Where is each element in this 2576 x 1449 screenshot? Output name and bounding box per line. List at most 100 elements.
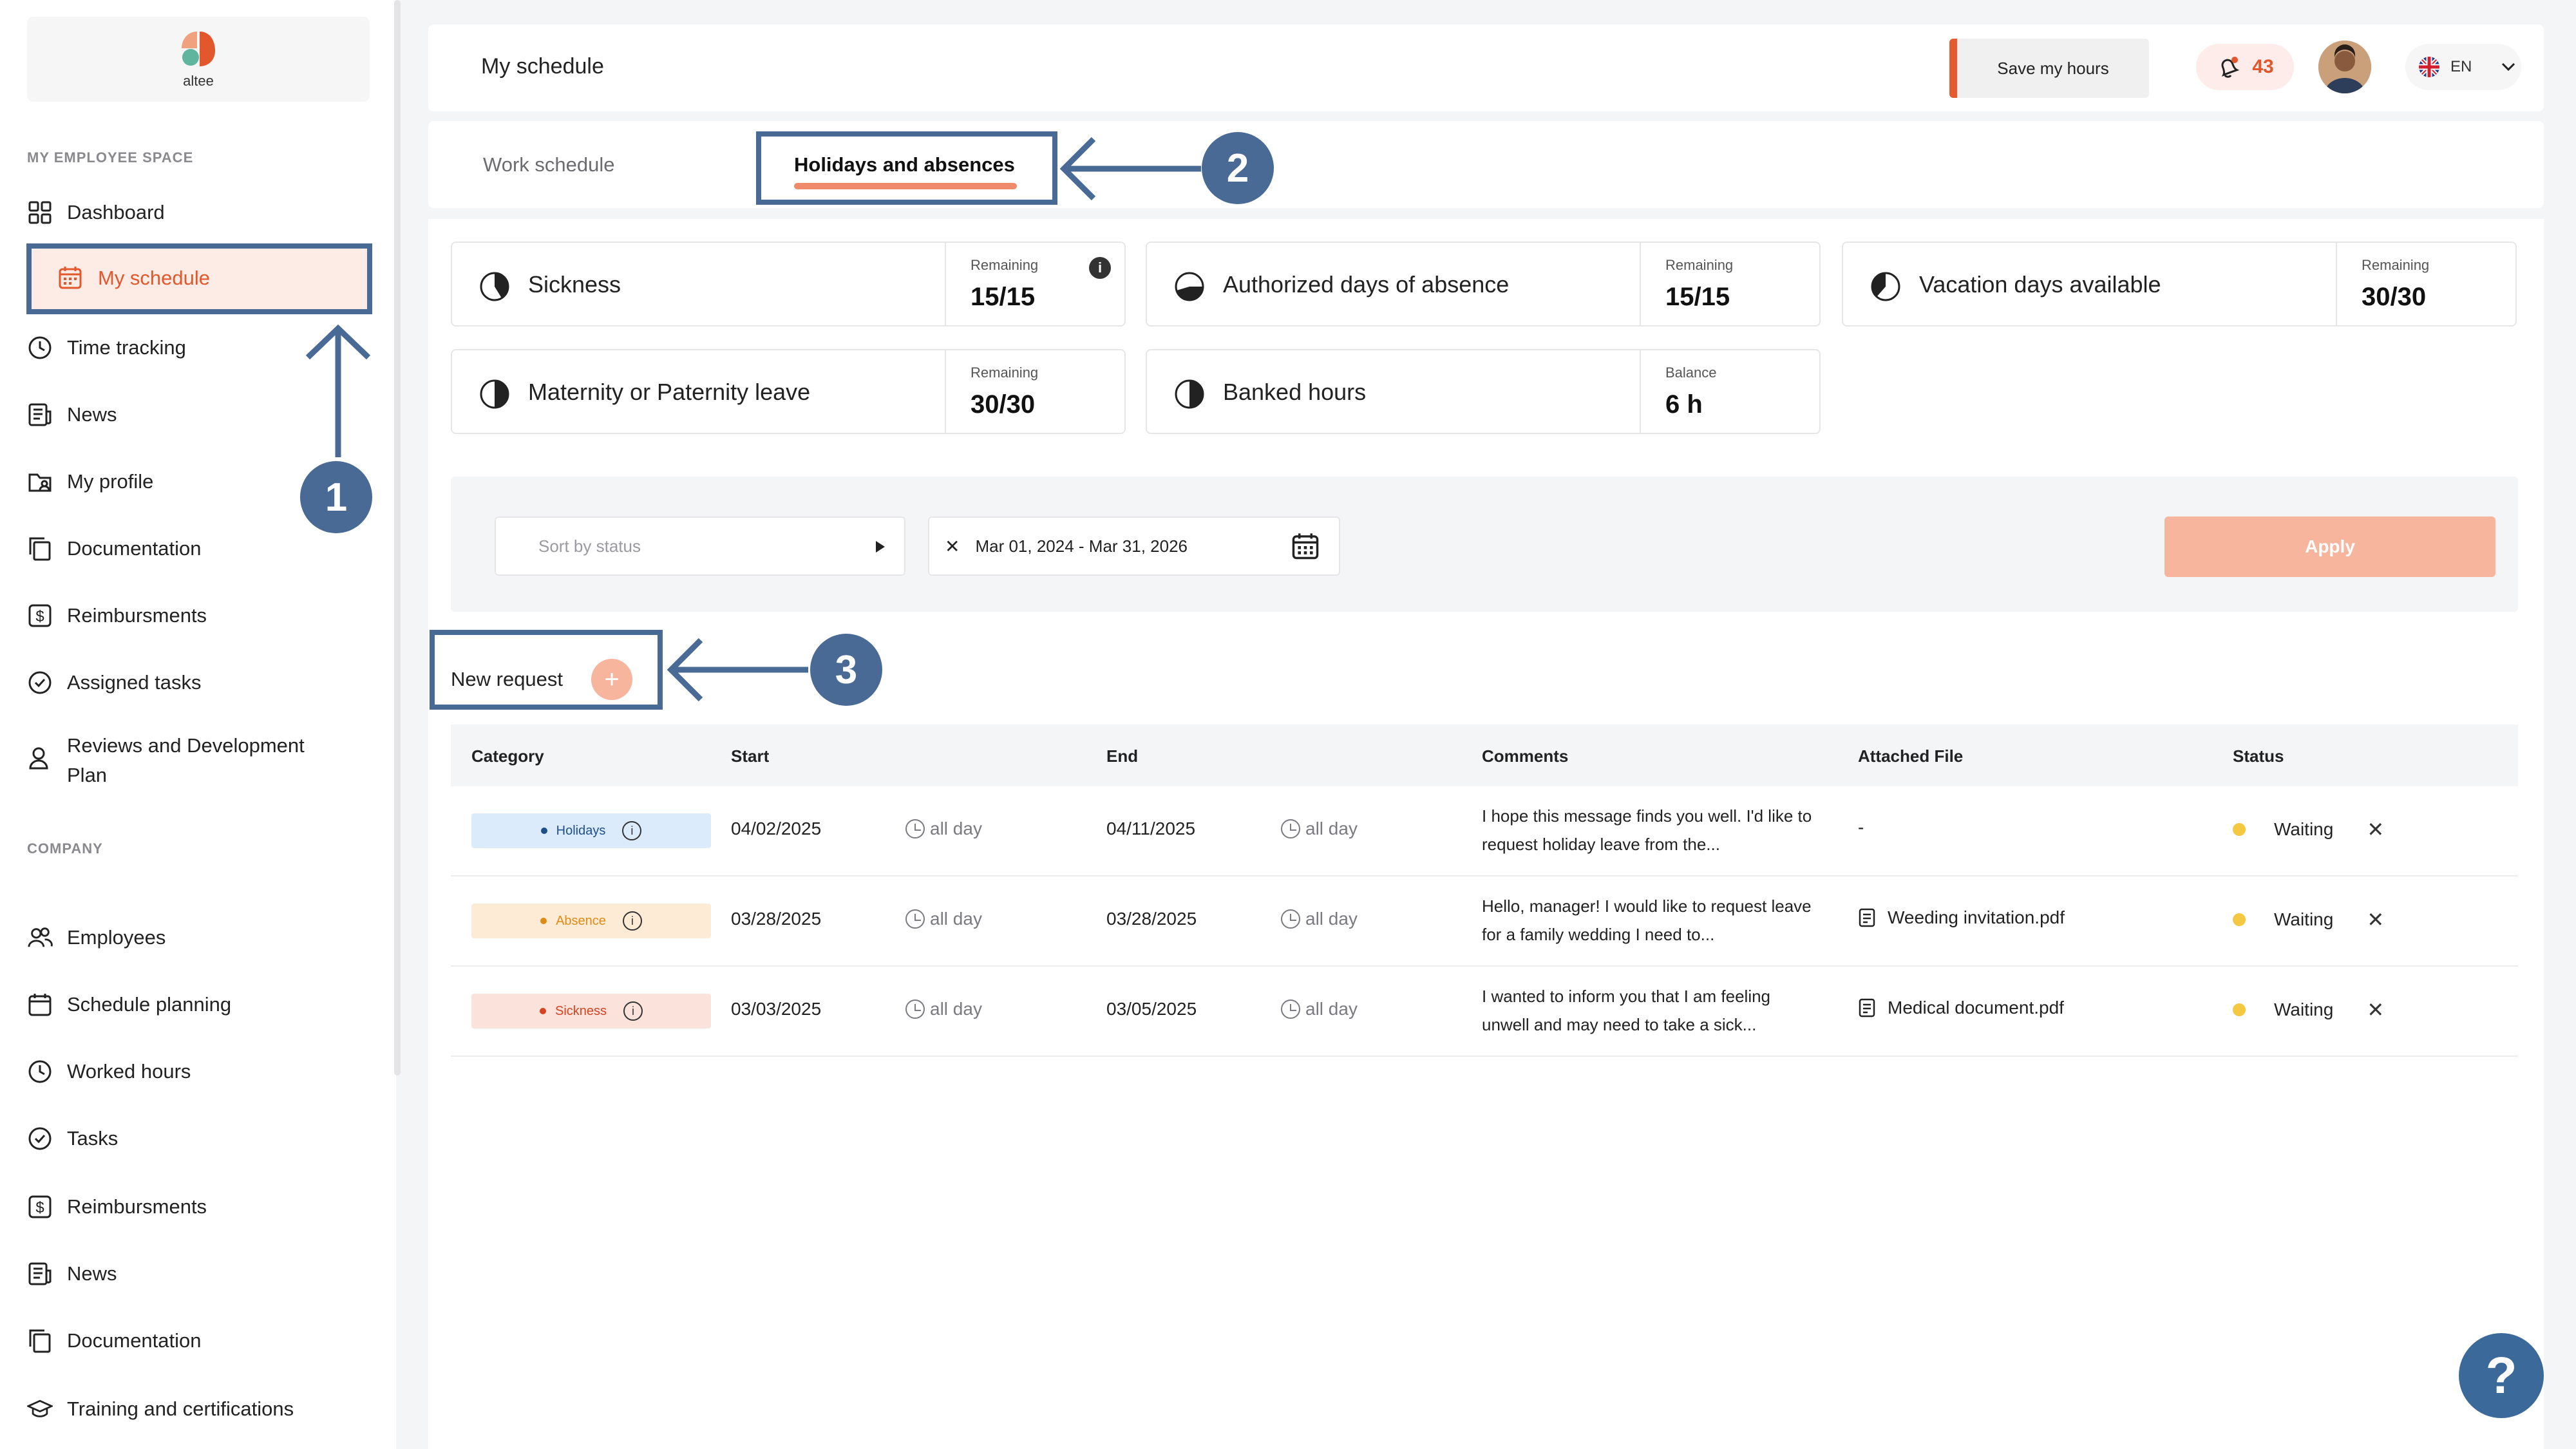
- info-icon[interactable]: i: [1089, 257, 1111, 279]
- cancel-request-icon[interactable]: ✕: [2367, 817, 2384, 842]
- language-selector[interactable]: EN: [2405, 44, 2521, 90]
- end-time-label: all day: [1305, 819, 1358, 838]
- people-icon: [27, 925, 53, 951]
- annotation-arrow-up: [305, 324, 371, 457]
- news-icon: [27, 1261, 53, 1287]
- sidebar-item-worked-hours[interactable]: Worked hours: [27, 1052, 368, 1091]
- calendar-icon[interactable]: [1291, 532, 1320, 560]
- annotation-box-1: [26, 243, 372, 314]
- altee-logo-icon: [182, 32, 215, 66]
- balance-card-authorized-absence: Authorized days of absence Remaining 15/…: [1146, 242, 1821, 327]
- status: Waiting ✕: [2233, 907, 2384, 932]
- end-time: all day: [1281, 909, 1358, 929]
- pie-chart-icon: [1175, 272, 1204, 301]
- cancel-request-icon[interactable]: ✕: [2367, 998, 2384, 1022]
- info-icon[interactable]: i: [622, 821, 642, 840]
- clock-icon: [905, 819, 925, 838]
- sort-placeholder: Sort by status: [538, 536, 641, 556]
- sidebar-item-reimbursments[interactable]: $ Reimbursments: [27, 596, 368, 635]
- end-time-label: all day: [1305, 999, 1358, 1019]
- requests-table: Category Start End Comments Attached Fil…: [451, 724, 2518, 1057]
- category-label: Sickness: [554, 1003, 607, 1018]
- dollar-icon: $: [27, 603, 53, 629]
- sidebar-item-label: Reimbursments: [67, 1195, 207, 1218]
- badge-dot: [539, 1008, 546, 1014]
- badge-dot: [540, 828, 547, 834]
- start-time: all day: [905, 999, 982, 1019]
- end-date: 03/05/2025: [1106, 999, 1197, 1019]
- status-label: Waiting: [2274, 909, 2334, 929]
- attached-file-link[interactable]: Medical document.pdf: [1858, 998, 2064, 1018]
- info-icon[interactable]: i: [623, 1001, 643, 1021]
- status-dot: [2233, 823, 2246, 836]
- sidebar-item-schedule-planning[interactable]: Schedule planning: [27, 985, 368, 1024]
- calendar-icon: [27, 992, 53, 1018]
- category-label: Absence: [556, 913, 606, 928]
- pie-chart-icon: [480, 379, 509, 409]
- start-time-label: all day: [930, 909, 982, 929]
- help-button[interactable]: ?: [2459, 1333, 2544, 1418]
- sidebar-item-label: Tasks: [67, 1127, 118, 1150]
- tabs: Work schedule Holidays and absences: [428, 121, 2544, 208]
- sidebar-item-company-reimbursments[interactable]: $ Reimbursments: [27, 1188, 368, 1226]
- check-circle-icon: [27, 670, 53, 696]
- attached-file-link[interactable]: Weeding invitation.pdf: [1858, 907, 2065, 928]
- sidebar-item-dashboard[interactable]: Dashboard: [27, 193, 368, 232]
- save-my-hours-button[interactable]: Save my hours: [1949, 39, 2149, 98]
- tab-work-schedule[interactable]: Work schedule: [483, 153, 614, 176]
- clear-date-icon[interactable]: ✕: [945, 536, 960, 557]
- date-range-input[interactable]: ✕ Mar 01, 2024 - Mar 31, 2026: [928, 516, 1340, 576]
- sidebar-item-company-news[interactable]: News: [27, 1255, 368, 1293]
- person-icon: [27, 745, 53, 771]
- balance-name: Sickness: [528, 271, 621, 298]
- caret-right-icon: [876, 541, 885, 553]
- apply-button[interactable]: Apply: [2164, 516, 2496, 577]
- end-time: all day: [1281, 999, 1358, 1019]
- cancel-request-icon[interactable]: ✕: [2367, 907, 2384, 932]
- sidebar-item-label: Time tracking: [67, 336, 186, 359]
- sidebar-item-assigned-tasks[interactable]: Assigned tasks: [27, 663, 368, 702]
- chevron-down-icon: [2502, 62, 2515, 71]
- sidebar-scrollbar[interactable]: [394, 0, 401, 1075]
- balance-value: 30/30: [2362, 283, 2427, 311]
- documents-icon: [27, 536, 53, 562]
- table-row[interactable]: Sickness i 03/03/2025 all day 03/05/2025…: [451, 967, 2518, 1057]
- column-header-attached-file: Attached File: [1858, 746, 1964, 766]
- end-time-label: all day: [1305, 909, 1358, 929]
- table-row[interactable]: Holidays i 04/02/2025 all day 04/11/2025…: [451, 786, 2518, 876]
- section-label-company: COMPANY: [27, 840, 103, 857]
- status-label: Waiting: [2274, 999, 2334, 1019]
- balance-value: 6 h: [1665, 390, 1703, 419]
- notifications-button[interactable]: 43: [2196, 44, 2294, 90]
- balance-value: 15/15: [971, 283, 1036, 311]
- clock-icon: [1281, 819, 1300, 838]
- profile-folder-icon: [27, 469, 53, 495]
- logo[interactable]: altee: [27, 17, 370, 102]
- sidebar: altee MY EMPLOYEE SPACE Dashboard My sch…: [0, 0, 396, 1449]
- sidebar-item-label: News: [67, 1262, 117, 1285]
- sidebar-item-tasks[interactable]: Tasks: [27, 1119, 368, 1158]
- sidebar-item-employees[interactable]: Employees: [27, 918, 368, 957]
- annotation-box-2: [756, 131, 1057, 205]
- attached-file: -: [1858, 817, 1864, 837]
- avatar[interactable]: [2318, 41, 2371, 93]
- balance-sub-label: Remaining: [1665, 257, 1734, 273]
- sidebar-item-documentation[interactable]: Documentation: [27, 529, 368, 568]
- column-header-status: Status: [2233, 746, 2284, 766]
- annotation-box-3: [430, 630, 663, 710]
- sort-by-status-select[interactable]: Sort by status: [495, 516, 905, 576]
- end-date: 03/28/2025: [1106, 909, 1197, 929]
- sidebar-item-training[interactable]: Training and certifications: [27, 1390, 368, 1428]
- language-label: EN: [2450, 58, 2472, 75]
- sidebar-item-company-documentation[interactable]: Documentation: [27, 1321, 368, 1360]
- sidebar-item-label: Schedule planning: [67, 993, 232, 1016]
- sidebar-item-reviews[interactable]: Reviews and Development Plan: [27, 731, 368, 795]
- table-row[interactable]: Absence i 03/28/2025 all day 03/28/2025 …: [451, 876, 2518, 967]
- clock-icon: [905, 909, 925, 929]
- info-icon[interactable]: i: [622, 911, 642, 931]
- sidebar-item-label: Reviews and Development Plan: [67, 734, 305, 786]
- start-date: 04/02/2025: [731, 819, 822, 838]
- column-header-start: Start: [731, 746, 770, 766]
- annotation-badge-2: 2: [1202, 132, 1274, 204]
- status-dot: [2233, 1003, 2246, 1016]
